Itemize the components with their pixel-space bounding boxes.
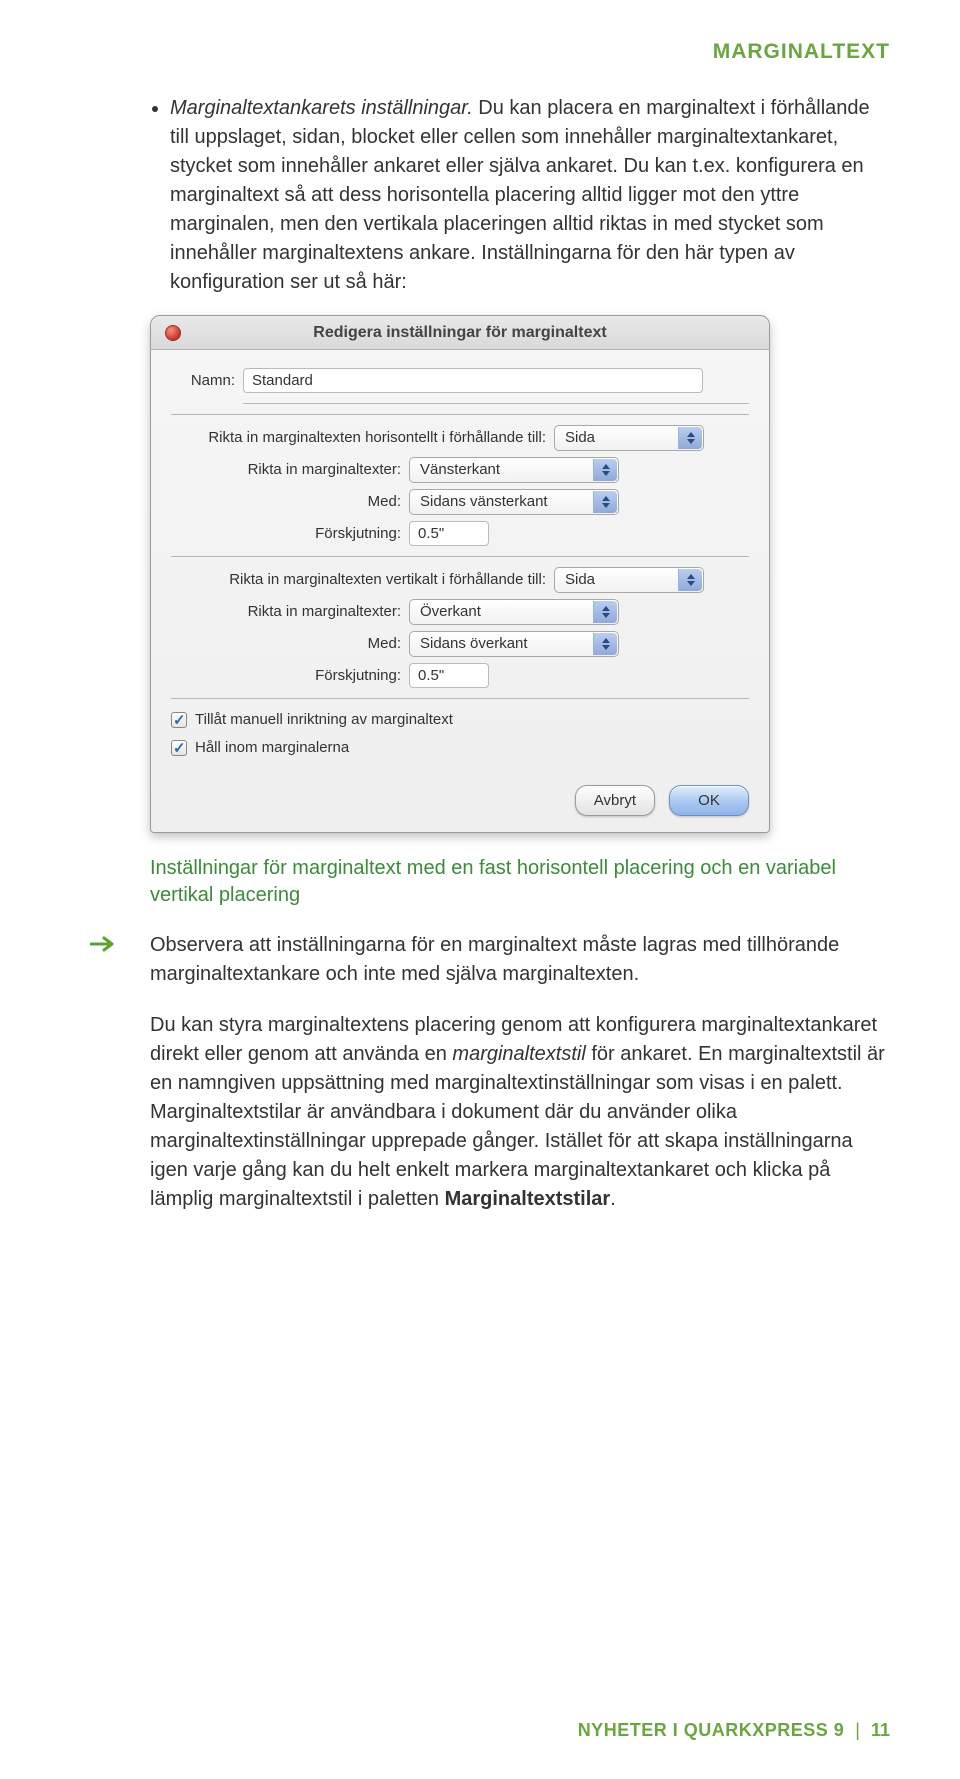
chevron-updown-icon (593, 633, 617, 655)
dialog-title: Redigera inställningar för marginaltext (313, 321, 606, 344)
para2-e: . (610, 1188, 616, 1210)
v-with-value: Sidans överkant (420, 633, 528, 655)
chevron-updown-icon (678, 569, 702, 591)
h-offset-field[interactable]: 0.5" (409, 521, 489, 546)
page-footer: NYHETER I QUARKXPRESS 9 | 11 (578, 1720, 890, 1741)
footer-page-number: 11 (871, 1720, 890, 1740)
para2-d: Marginaltextstilar (445, 1188, 611, 1210)
allow-manual-checkbox[interactable]: Tillåt manuell inriktning av marginaltex… (171, 709, 749, 731)
h-offset-label: Förskjutning: (171, 523, 401, 545)
checkbox-icon (171, 740, 187, 756)
name-label: Namn: (171, 370, 235, 392)
cancel-button[interactable]: Avbryt (575, 785, 655, 817)
v-with-select[interactable]: Sidans överkant (409, 631, 619, 657)
h-with-label: Med: (171, 491, 401, 513)
note-arrow-icon (90, 935, 120, 953)
chevron-updown-icon (593, 459, 617, 481)
settings-dialog: Redigera inställningar för marginaltext … (150, 315, 770, 833)
v-offset-label: Förskjutning: (171, 665, 401, 687)
h-align-value: Vänsterkant (420, 459, 500, 481)
figure-caption: Inställningar för marginaltext med en fa… (150, 855, 890, 909)
chevron-updown-icon (678, 427, 702, 449)
close-icon[interactable] (165, 325, 181, 341)
keep-within-checkbox[interactable]: Håll inom marginalerna (171, 737, 749, 759)
section-heading: MARGINALTEXT (120, 40, 890, 64)
v-align-select[interactable]: Överkant (409, 599, 619, 625)
v-rel-value: Sida (565, 569, 595, 591)
h-with-select[interactable]: Sidans vänsterkant (409, 489, 619, 515)
chevron-updown-icon (593, 491, 617, 513)
body-paragraph: Du kan styra marginaltextens placering g… (150, 1011, 890, 1214)
allow-manual-label: Tillåt manuell inriktning av marginaltex… (195, 709, 453, 731)
para2-b: marginaltextstil (452, 1043, 585, 1065)
h-with-value: Sidans vänsterkant (420, 491, 548, 513)
dialog-titlebar: Redigera inställningar för marginaltext (151, 316, 769, 350)
h-align-label: Rikta in marginaltexter: (171, 459, 401, 481)
v-offset-field[interactable]: 0.5" (409, 663, 489, 688)
bullet-emphasis: Marginaltextankarets inställningar. (170, 97, 473, 119)
chevron-updown-icon (593, 601, 617, 623)
keep-within-label: Håll inom marginalerna (195, 737, 349, 759)
bullet-item: Marginaltextankarets inställningar. Du k… (170, 94, 890, 297)
v-rel-label: Rikta in marginaltexten vertikalt i förh… (171, 569, 546, 591)
h-rel-select[interactable]: Sida (554, 425, 704, 451)
v-with-label: Med: (171, 633, 401, 655)
footer-separator: | (855, 1720, 860, 1740)
h-rel-value: Sida (565, 427, 595, 449)
h-align-select[interactable]: Vänsterkant (409, 457, 619, 483)
v-rel-select[interactable]: Sida (554, 567, 704, 593)
h-rel-label: Rikta in marginaltexten horisontellt i f… (171, 427, 546, 449)
checkbox-icon (171, 712, 187, 728)
bullet-body: Du kan placera en marginaltext i förhåll… (170, 97, 870, 293)
v-align-label: Rikta in marginaltexter: (171, 601, 401, 623)
note-paragraph: Observera att inställningarna för en mar… (150, 931, 890, 989)
name-field[interactable]: Standard (243, 368, 703, 393)
para2-c: för ankaret. En marginaltextstil är en n… (150, 1043, 885, 1210)
v-align-value: Överkant (420, 601, 481, 623)
ok-button[interactable]: OK (669, 785, 749, 817)
footer-brand: NYHETER I QUARKXPRESS 9 (578, 1720, 845, 1740)
